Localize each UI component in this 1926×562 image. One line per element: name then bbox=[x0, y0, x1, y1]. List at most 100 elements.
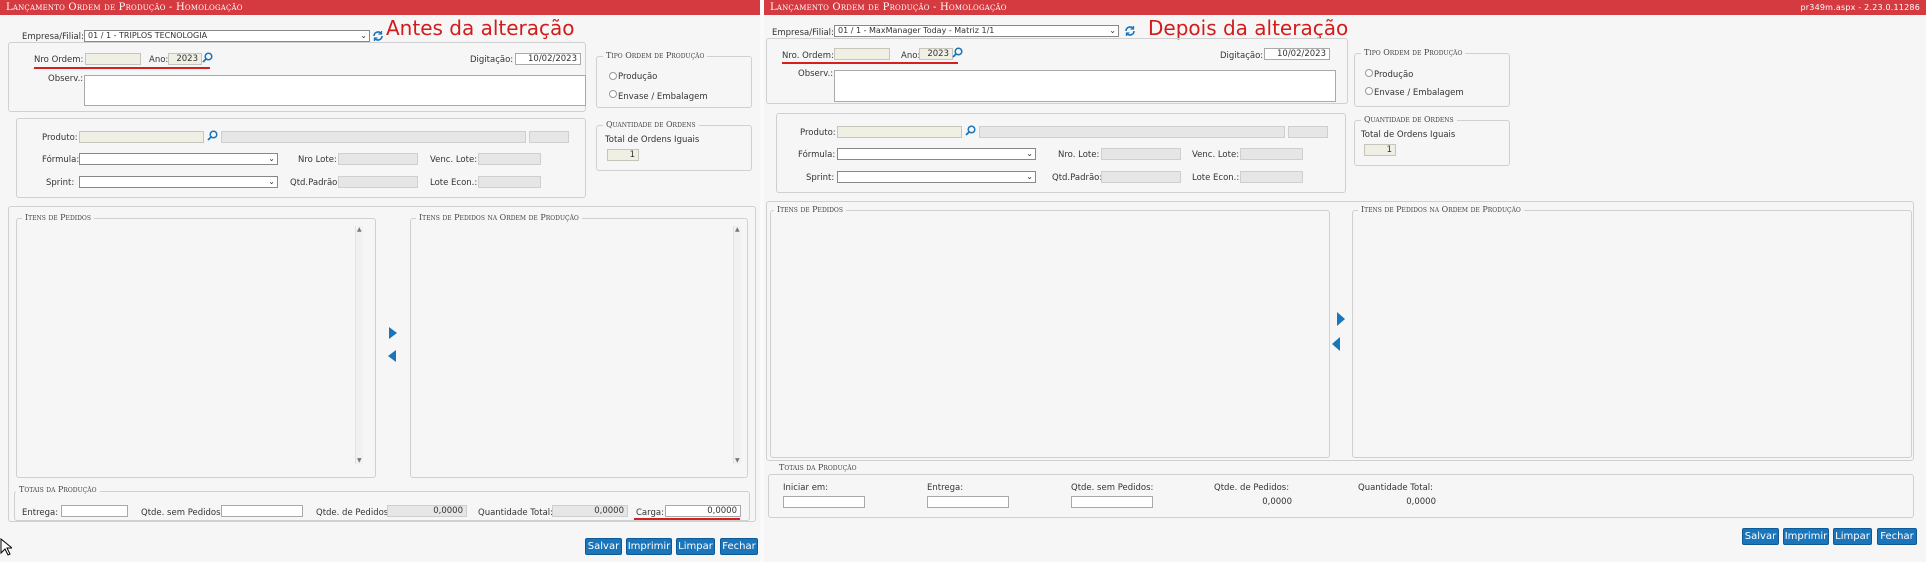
itens-ordem-legend: Itens de Pedidos na Ordem de Produção bbox=[416, 213, 582, 222]
salvar-button[interactable]: Salvar bbox=[585, 538, 622, 555]
search-icon[interactable] bbox=[965, 125, 976, 136]
left-panel: Lançamento Ordem de Produção - Homologaç… bbox=[0, 0, 760, 562]
formula-label: Fórmula: bbox=[42, 155, 80, 165]
formula-select[interactable]: ⌄ bbox=[79, 153, 278, 165]
refresh-icon[interactable] bbox=[1124, 25, 1136, 37]
formula-select[interactable]: ⌄ bbox=[837, 148, 1036, 160]
digitacao-input[interactable]: 10/02/2023 bbox=[515, 53, 581, 65]
qtde-sem-pedidos-label: Qtde. sem Pedidos: bbox=[1071, 483, 1154, 493]
qtd-ordens-legend: Quantidade de Ordens bbox=[1361, 115, 1457, 124]
observ-textarea[interactable] bbox=[834, 70, 1336, 102]
scroll-down-icon[interactable]: ▼ bbox=[735, 457, 740, 464]
radio-producao[interactable] bbox=[609, 72, 617, 80]
empresa-select[interactable]: 01 / 1 - TRIPLOS TECNOLOGIA ⌄ bbox=[84, 30, 370, 42]
total-ordens-input[interactable]: 1 bbox=[1364, 144, 1396, 156]
salvar-button[interactable]: Salvar bbox=[1742, 528, 1779, 545]
lote-econ-input bbox=[1240, 171, 1303, 183]
highlight-underline bbox=[34, 67, 210, 69]
refresh-icon[interactable] bbox=[372, 30, 384, 42]
entrega-label: Entrega: bbox=[927, 483, 964, 493]
venc-lote-input bbox=[478, 153, 541, 165]
produto-unit bbox=[1288, 126, 1328, 138]
qtde-sem-pedidos-input[interactable] bbox=[1071, 496, 1153, 508]
itens-ordem-box bbox=[1352, 210, 1912, 458]
formula-label: Fórmula: bbox=[798, 150, 836, 160]
fechar-button[interactable]: Fechar bbox=[1877, 528, 1917, 545]
qtd-padrao-label: Qtd.Padrão: bbox=[1052, 173, 1103, 183]
qtd-padrao-label: Qtd.Padrão: bbox=[290, 178, 341, 188]
qtde-pedidos-value: 0,0000 bbox=[1214, 496, 1296, 508]
limpar-button[interactable]: Limpar bbox=[676, 538, 715, 555]
observ-label: Observ.: bbox=[48, 74, 84, 84]
entrega-label: Entrega: bbox=[22, 508, 59, 518]
itens-pedidos-scrollbar[interactable]: ▲ ▼ bbox=[355, 226, 363, 464]
annotation-before: Antes da alteração bbox=[386, 16, 575, 40]
totais-legend: Totais da Produção bbox=[776, 463, 860, 472]
produto-code-input[interactable] bbox=[79, 131, 204, 143]
total-ordens-input[interactable]: 1 bbox=[607, 149, 639, 161]
venc-lote-label: Venc. Lote: bbox=[1192, 150, 1240, 160]
digitacao-input[interactable]: 10/02/2023 bbox=[1264, 48, 1330, 60]
nro-ordem-label: Nro. Ordem: bbox=[782, 51, 834, 61]
radio-envase[interactable] bbox=[1365, 87, 1373, 95]
radio-envase-label: Envase / Embalagem bbox=[1374, 88, 1464, 98]
qtd-padrao-input bbox=[1101, 171, 1181, 183]
nro-ordem-input[interactable] bbox=[85, 53, 141, 65]
itens-ordem-box bbox=[410, 218, 748, 478]
ano-label: Ano: bbox=[149, 55, 169, 65]
move-right-arrow-icon[interactable] bbox=[1336, 312, 1345, 326]
move-right-arrow-icon[interactable] bbox=[388, 327, 397, 339]
imprimir-button[interactable]: Imprimir bbox=[1783, 528, 1829, 545]
chevron-down-icon: ⌄ bbox=[268, 154, 275, 163]
sprint-select[interactable]: ⌄ bbox=[79, 176, 278, 188]
scroll-up-icon[interactable]: ▲ bbox=[357, 226, 362, 233]
produto-code-input[interactable] bbox=[837, 126, 962, 138]
qtd-ordens-box bbox=[1354, 120, 1510, 166]
radio-producao[interactable] bbox=[1365, 69, 1373, 77]
radio-envase[interactable] bbox=[609, 90, 617, 98]
entrega-input[interactable] bbox=[927, 496, 1009, 508]
tipo-ordem-legend: Tipo Ordem de Produção bbox=[1361, 48, 1466, 57]
empresa-value: 01 / 1 - MaxManager Today - Matriz 1/1 bbox=[838, 26, 995, 35]
qtde-pedidos-value: 0,0000 bbox=[387, 505, 467, 517]
limpar-button[interactable]: Limpar bbox=[1833, 528, 1872, 545]
ano-input[interactable]: 2023 bbox=[919, 48, 953, 60]
move-left-arrow-icon[interactable] bbox=[388, 350, 397, 362]
iniciar-input[interactable] bbox=[783, 496, 865, 508]
scroll-up-icon[interactable]: ▲ bbox=[735, 226, 740, 233]
chevron-down-icon: ⌄ bbox=[1026, 149, 1033, 158]
lote-econ-label: Lote Econ.: bbox=[430, 178, 478, 188]
nro-lote-input bbox=[1101, 148, 1181, 160]
move-left-arrow-icon[interactable] bbox=[1332, 337, 1341, 351]
lote-econ-input bbox=[478, 176, 541, 188]
nro-ordem-input[interactable] bbox=[834, 48, 890, 60]
observ-label: Observ.: bbox=[798, 69, 834, 79]
empresa-value: 01 / 1 - TRIPLOS TECNOLOGIA bbox=[88, 31, 208, 40]
radio-producao-label: Produção bbox=[1374, 70, 1414, 80]
scroll-down-icon[interactable]: ▼ bbox=[357, 457, 362, 464]
empresa-select[interactable]: 01 / 1 - MaxManager Today - Matriz 1/1 ⌄ bbox=[834, 25, 1119, 37]
search-icon[interactable] bbox=[952, 47, 963, 58]
chevron-down-icon: ⌄ bbox=[360, 31, 367, 40]
qtd-total-label: Quantidade Total: bbox=[1358, 483, 1434, 493]
observ-textarea[interactable] bbox=[84, 75, 586, 106]
annotation-after: Depois da alteração bbox=[1148, 16, 1349, 40]
search-icon[interactable] bbox=[202, 52, 213, 63]
radio-envase-label: Envase / Embalagem bbox=[618, 92, 708, 102]
ano-label: Ano: bbox=[901, 51, 921, 61]
sprint-select[interactable]: ⌄ bbox=[837, 171, 1036, 183]
itens-ordem-scrollbar[interactable]: ▲ ▼ bbox=[733, 226, 741, 464]
empresa-label: Empresa/Filial: bbox=[22, 32, 84, 42]
imprimir-button[interactable]: Imprimir bbox=[626, 538, 672, 555]
carga-input[interactable]: 0,0000 bbox=[665, 505, 741, 517]
sprint-label: Sprint: bbox=[46, 178, 75, 188]
qtde-sem-pedidos-label: Qtde. sem Pedidos: bbox=[141, 508, 224, 518]
venc-lote-label: Venc. Lote: bbox=[430, 155, 478, 165]
window-title-bar: Lançamento Ordem de Produção - Homologaç… bbox=[764, 0, 1926, 15]
ano-input[interactable]: 2023 bbox=[168, 53, 202, 65]
search-icon[interactable] bbox=[207, 130, 218, 141]
nro-ordem-label: Nro Ordem: bbox=[34, 55, 84, 65]
fechar-button[interactable]: Fechar bbox=[720, 538, 758, 555]
entrega-input[interactable] bbox=[61, 505, 128, 517]
qtde-sem-pedidos-input[interactable] bbox=[221, 505, 303, 517]
